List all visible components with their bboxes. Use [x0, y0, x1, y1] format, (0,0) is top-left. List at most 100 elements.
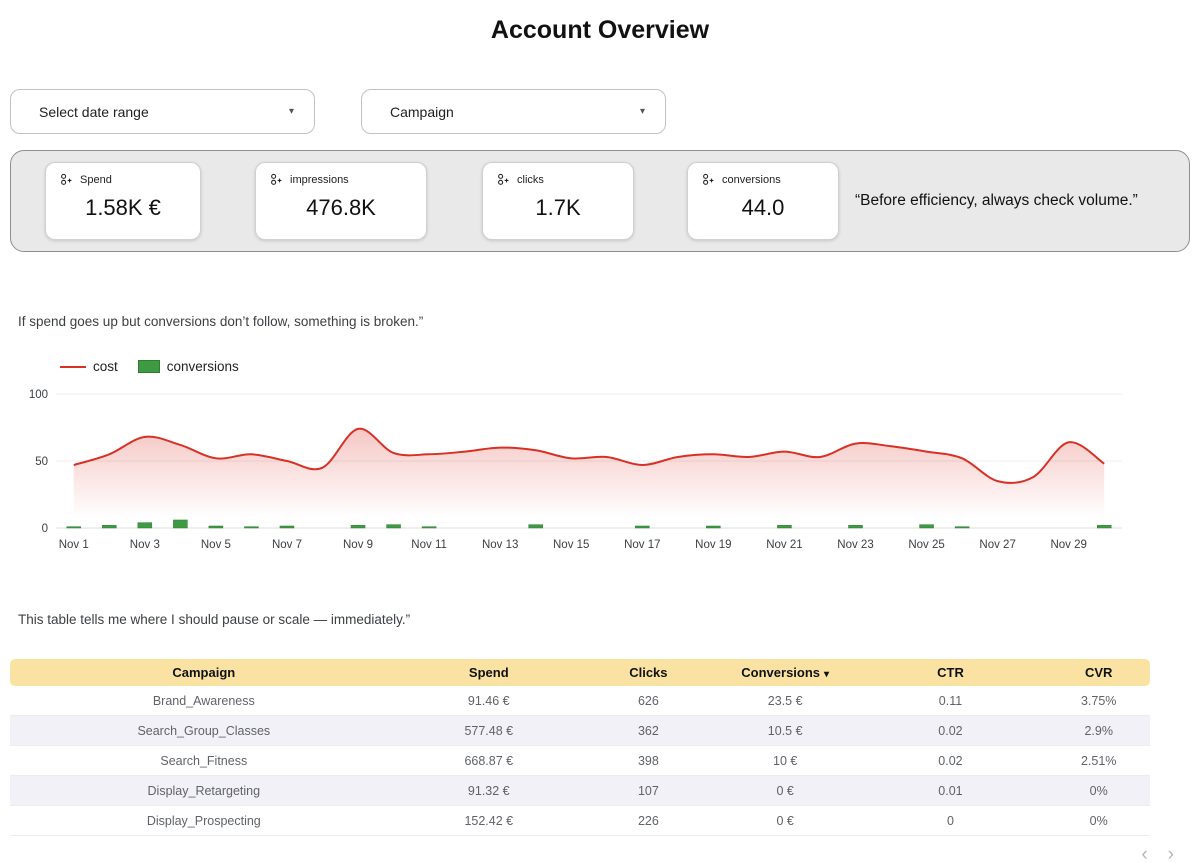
- kpi-label: impressions: [290, 173, 349, 186]
- sort-desc-icon: ▾: [824, 669, 830, 680]
- date-range-filter-label: Select date range: [39, 103, 149, 120]
- table-cell: 362: [579, 716, 717, 746]
- svg-text:Nov 1: Nov 1: [59, 539, 89, 551]
- timeseries-chart-block: cost conversions 0 50 100 Nov 1 Nov 3 Nov 5 No…: [16, 359, 1200, 556]
- svg-text:Nov 5: Nov 5: [201, 539, 231, 551]
- column-header-cvr[interactable]: CVR: [1047, 659, 1150, 686]
- table-cell: Display_Prospecting: [10, 806, 398, 836]
- svg-text:Nov 3: Nov 3: [130, 539, 160, 551]
- table-cell: Search_Fitness: [10, 746, 398, 776]
- table-cell: 91.46 €: [397, 686, 580, 716]
- legend-label-conversions: conversions: [166, 359, 239, 374]
- kpi-card-conversions: conversions 44.0: [687, 162, 839, 240]
- column-header-campaign[interactable]: Campaign: [10, 659, 398, 686]
- table-cell: 0: [853, 806, 1048, 836]
- svg-text:Nov 23: Nov 23: [837, 539, 873, 551]
- table-cell: 3.75%: [1047, 686, 1150, 716]
- svg-text:Nov 29: Nov 29: [1050, 539, 1086, 551]
- svg-text:Nov 27: Nov 27: [979, 539, 1015, 551]
- table-row: Brand_Awareness 91.46 €626 23.5 €0.11 3.75%: [10, 686, 1150, 716]
- table-cell: 0 €: [716, 776, 854, 806]
- legend-label-cost: cost: [93, 359, 118, 374]
- table-row: Display_Retargeting 91.32 €107 0 €0.01 0%: [10, 776, 1150, 806]
- table-header-row: Campaign Spend Clicks Conversions ▾ CTR CVR: [10, 659, 1150, 686]
- campaign-table: Campaign Spend Clicks Conversions ▾ CTR CVR Br…: [10, 659, 1150, 836]
- svg-text:Nov 17: Nov 17: [624, 539, 660, 551]
- group-metric-icon: [268, 172, 283, 187]
- chevron-down-icon: ▾: [288, 106, 294, 117]
- kpi-card-clicks: clicks 1.7K: [482, 162, 634, 240]
- campaign-filter-label: Campaign: [390, 103, 454, 120]
- kpi-label: Spend: [80, 173, 112, 186]
- svg-text:Nov 15: Nov 15: [553, 539, 589, 551]
- svg-text:Nov 25: Nov 25: [908, 539, 944, 551]
- date-range-filter[interactable]: Select date range ▾: [10, 89, 315, 134]
- group-metric-icon: [495, 172, 510, 187]
- page-title: Account Overview: [490, 16, 710, 44]
- svg-text:Nov 7: Nov 7: [272, 539, 302, 551]
- table-cell: 577.48 €: [397, 716, 580, 746]
- column-header-clicks[interactable]: Clicks: [579, 659, 717, 686]
- svg-text:Nov 21: Nov 21: [766, 539, 802, 551]
- filter-bar: Select date range ▾ Campaign ▾: [10, 89, 1200, 134]
- kpi-label: conversions: [722, 173, 781, 186]
- legend-item-cost: cost: [60, 359, 118, 374]
- table-row: Search_Group_Classes 577.48 €362 10.5 €0.0…: [10, 716, 1150, 746]
- table-cell: 91.32 €: [397, 776, 580, 806]
- table-cell: 626: [579, 686, 717, 716]
- table-cell: 10 €: [716, 746, 854, 776]
- table-cell: 668.87 €: [397, 746, 580, 776]
- svg-text:100: 100: [29, 389, 48, 401]
- table-note: This table tells me where I should pause…: [18, 612, 411, 627]
- svg-text:50: 50: [35, 456, 48, 468]
- table-cell: 23.5 €: [716, 686, 854, 716]
- svg-text:Nov 13: Nov 13: [482, 539, 518, 551]
- kpi-value: 44.0: [741, 195, 785, 220]
- kpi-card-impressions: impressions 476.8K: [255, 162, 427, 240]
- cost-line-swatch-icon: [60, 365, 86, 368]
- prev-page-button[interactable]: ‹: [1141, 845, 1147, 863]
- table-row: Display_Prospecting 152.42 €226 0 €0 0%: [10, 806, 1150, 836]
- column-header-spend[interactable]: Spend: [397, 659, 580, 686]
- table-cell: 0.01: [853, 776, 1048, 806]
- legend-item-conversions: conversions: [137, 359, 239, 374]
- table-cell: Brand_Awareness: [10, 686, 398, 716]
- table-cell: 0%: [1047, 806, 1150, 836]
- column-header-conversions[interactable]: Conversions ▾: [716, 659, 854, 686]
- kpi-card-spend: Spend 1.58K €: [45, 162, 201, 240]
- kpi-value: 476.8K: [306, 195, 376, 220]
- table-cell: Search_Group_Classes: [10, 716, 398, 746]
- table-cell: 0 €: [716, 806, 854, 836]
- svg-text:Nov 11: Nov 11: [411, 539, 447, 551]
- table-cell: 226: [579, 806, 717, 836]
- kpi-band: Spend 1.58K € impressions 476.8K clicks …: [10, 150, 1190, 252]
- table-cell: 0.02: [853, 716, 1048, 746]
- kpi-label: clicks: [517, 173, 544, 186]
- table-row: Search_Fitness 668.87 €398 10 €0.02 2.51%: [10, 746, 1150, 776]
- table-cell: 0.11: [853, 686, 1048, 716]
- table-cell: 152.42 €: [397, 806, 580, 836]
- svg-text:Nov 9: Nov 9: [343, 539, 373, 551]
- conversions-bar-swatch-icon: [137, 360, 160, 373]
- table-cell: 398: [579, 746, 717, 776]
- campaign-filter[interactable]: Campaign ▾: [361, 89, 666, 134]
- table-cell: 2.51%: [1047, 746, 1150, 776]
- cost-conversions-chart[interactable]: 0 50 100 Nov 1 Nov 3 Nov 5 Nov 7 Nov 9 Nov 11 Nov…: [16, 384, 1136, 556]
- kpi-value: 1.7K: [535, 195, 581, 220]
- table-cell: 0.02: [853, 746, 1048, 776]
- table-cell: 107: [579, 776, 717, 806]
- table-cell: Display_Retargeting: [10, 776, 398, 806]
- kpi-quote: “Before efficiency, always check volume.…: [855, 192, 1138, 209]
- chart-note: If spend goes up but conversions don’t f…: [18, 314, 424, 329]
- table-pagination: ‹ ›: [1141, 845, 1174, 863]
- column-header-ctr[interactable]: CTR: [853, 659, 1048, 686]
- svg-text:Nov 19: Nov 19: [695, 539, 731, 551]
- chevron-down-icon: ▾: [639, 106, 645, 117]
- next-page-button[interactable]: ›: [1168, 845, 1174, 863]
- group-metric-icon: [58, 172, 73, 187]
- table-cell: 0%: [1047, 776, 1150, 806]
- table-cell: 10.5 €: [716, 716, 854, 746]
- table-cell: 2.9%: [1047, 716, 1150, 746]
- group-metric-icon: [700, 172, 715, 187]
- kpi-value: 1.58K €: [85, 195, 161, 220]
